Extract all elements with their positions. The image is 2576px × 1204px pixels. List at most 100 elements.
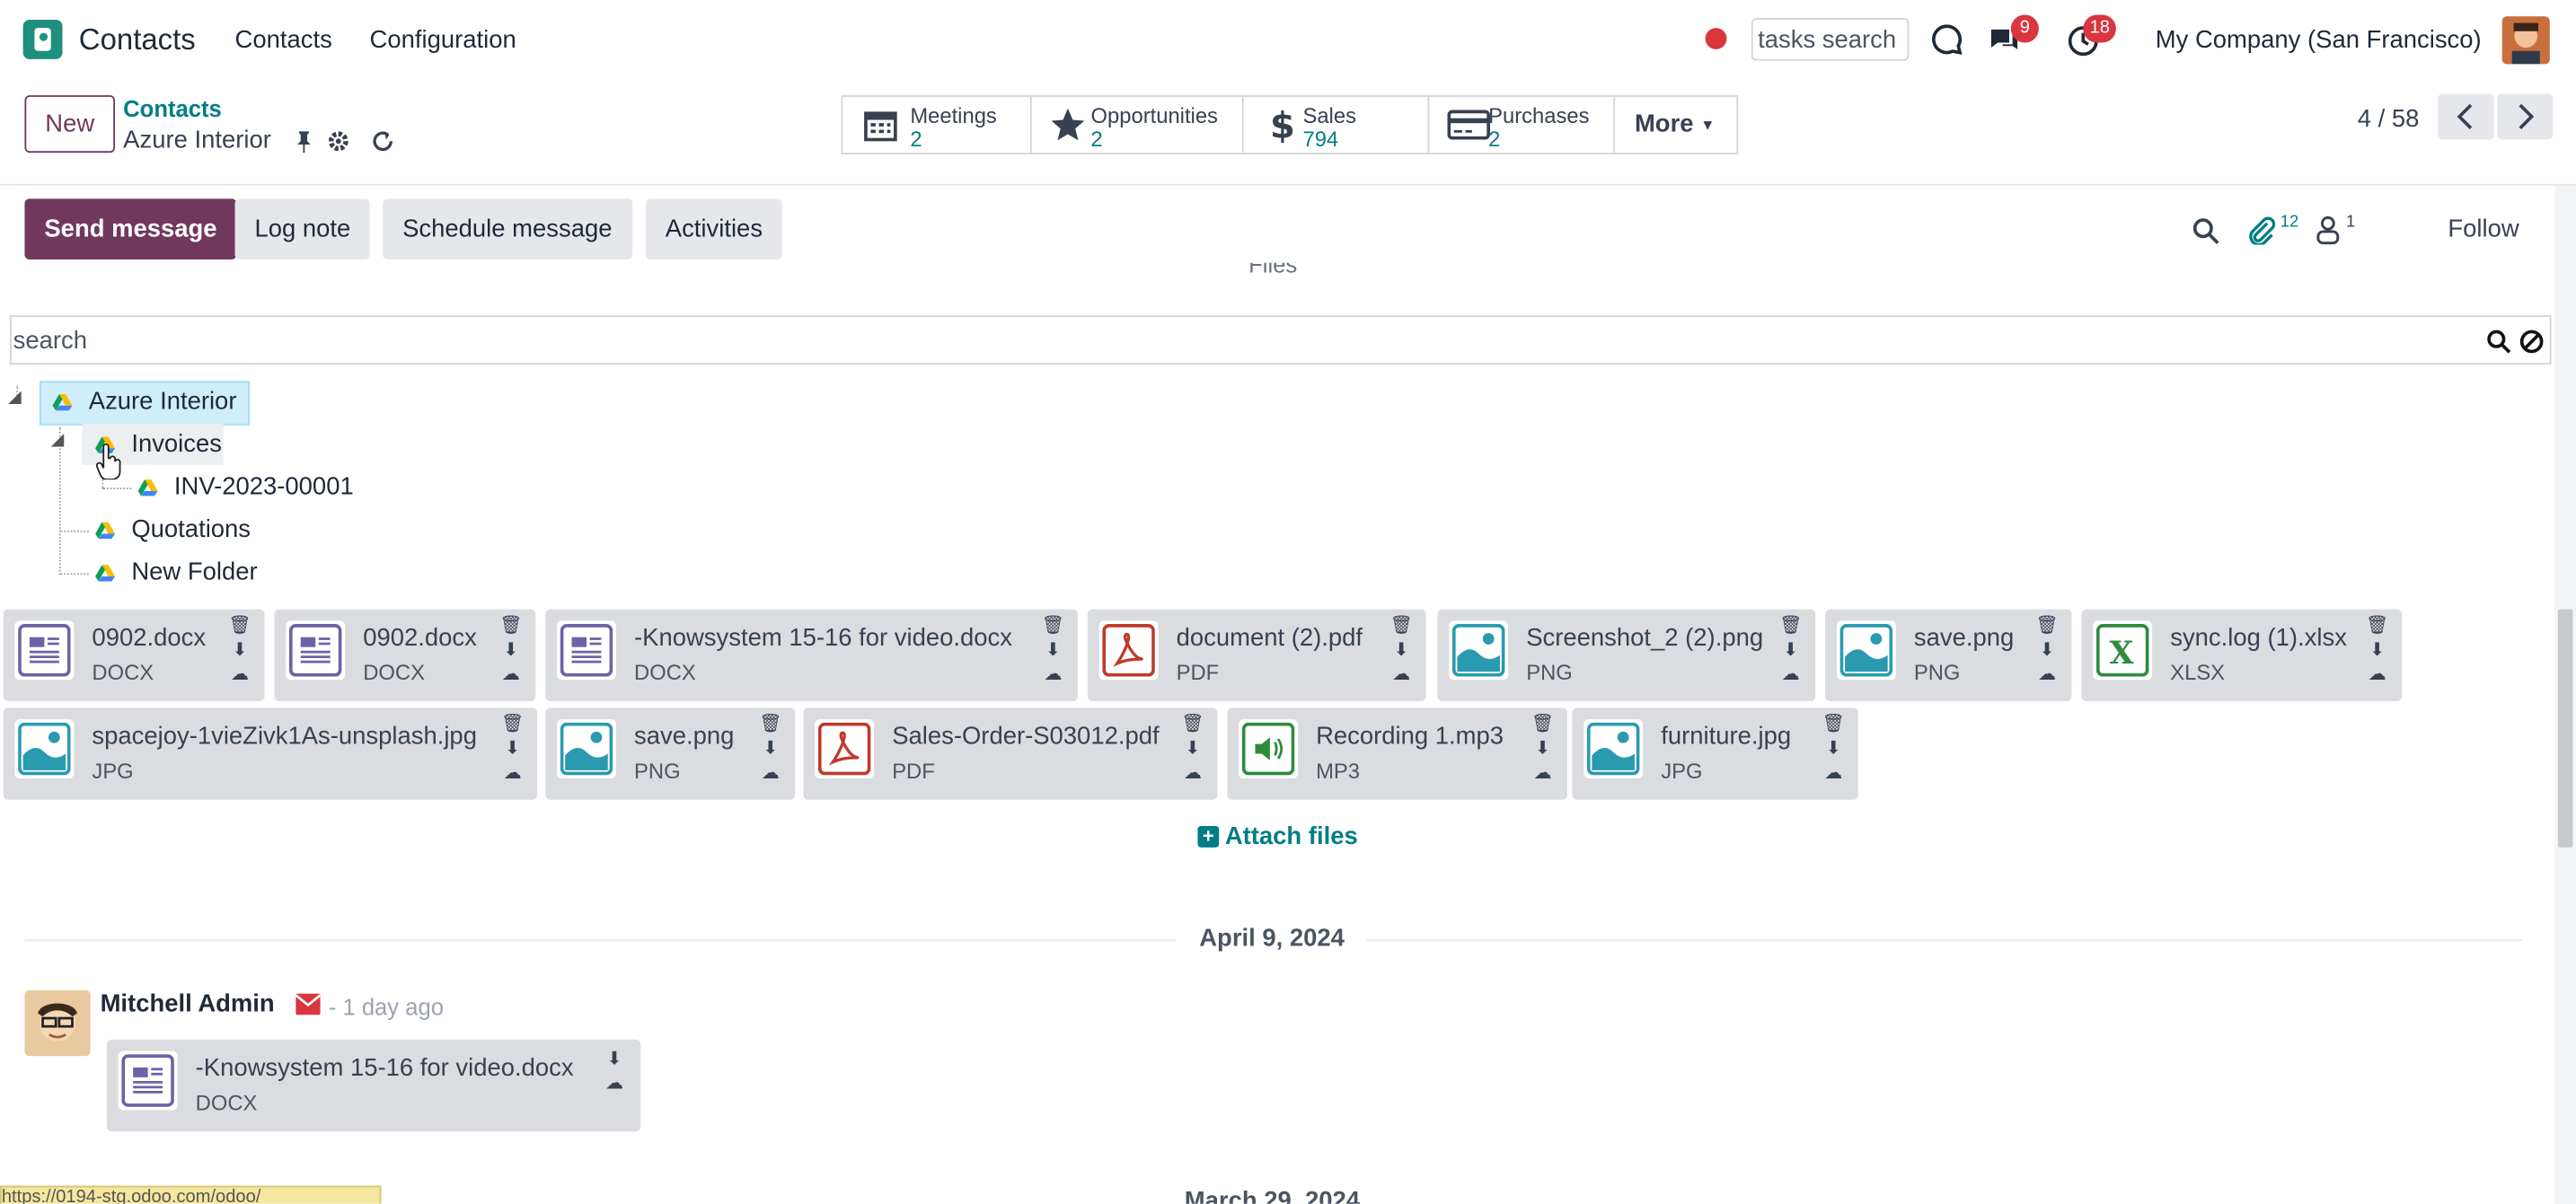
cloud-upload-icon[interactable]: ☁ <box>501 762 525 787</box>
app-title[interactable]: Contacts <box>79 23 196 57</box>
purchases-smart-button[interactable]: Purchases 2 <box>1427 96 1616 154</box>
trash-icon[interactable]: 🗑 <box>501 713 525 737</box>
send-message-button[interactable]: Send message <box>24 198 237 259</box>
message-author[interactable]: Mitchell Admin <box>101 990 275 1018</box>
attachment-card[interactable]: 0902.docx DOCX 🗑 ⬇ ☁ <box>3 609 265 702</box>
download-icon[interactable]: ⬇ <box>1531 737 1555 761</box>
activities-button[interactable]: Activities <box>645 198 782 259</box>
breadcrumb-contacts[interactable]: Contacts <box>123 95 222 121</box>
tasks-search-input[interactable]: tasks search <box>1751 18 1910 61</box>
attachment-type: PDF <box>892 759 935 784</box>
download-icon[interactable]: ⬇ <box>1181 737 1204 761</box>
pager-next-button[interactable] <box>2497 93 2554 140</box>
trash-icon[interactable]: 🗑 <box>1181 713 1204 737</box>
attachment-card[interactable]: furniture.jpg JPG 🗑 ⬇ ☁ <box>1572 707 1858 800</box>
menu-configuration[interactable]: Configuration <box>370 26 516 54</box>
cloud-upload-icon[interactable]: ☁ <box>499 664 523 688</box>
search-icon[interactable] <box>2192 216 2219 245</box>
trash-icon[interactable]: 🗑 <box>1822 713 1846 737</box>
tree-collapse-icon[interactable] <box>50 433 65 447</box>
more-smart-buttons-dropdown[interactable]: More ▼ <box>1635 110 1716 138</box>
user-avatar[interactable] <box>2501 16 2550 65</box>
trash-icon[interactable]: 🗑 <box>1531 713 1555 737</box>
attachment-card[interactable]: Recording 1.mp3 MP3 🗑 ⬇ ☁ <box>1227 707 1567 800</box>
search-icon[interactable] <box>2485 329 2511 355</box>
cloud-upload-icon[interactable]: ☁ <box>2366 664 2389 688</box>
attachment-card[interactable]: Xsync.log (1).xlsx XLSX 🗑 ⬇ ☁ <box>2081 609 2403 702</box>
cloud-upload-icon[interactable]: ☁ <box>228 664 251 688</box>
trash-icon[interactable]: 🗑 <box>2035 614 2059 638</box>
trash-icon[interactable]: 🗑 <box>1779 614 1803 638</box>
attach-files-button[interactable]: + Attach files <box>1197 822 1358 850</box>
download-icon[interactable]: ⬇ <box>228 639 251 664</box>
discard-refresh-icon[interactable] <box>371 129 394 153</box>
trash-icon[interactable]: 🗑 <box>228 614 251 638</box>
download-icon[interactable]: ⬇ <box>1389 639 1413 664</box>
paperclip-icon[interactable] <box>2245 215 2276 245</box>
message-attachment-card[interactable]: -Knowsystem 15-16 for video.docx DOCX ⬇ … <box>106 1039 641 1132</box>
files-heading: Files <box>1248 262 1298 278</box>
pager-value[interactable]: 4 / 58 <box>2358 105 2420 133</box>
download-icon[interactable]: ⬇ <box>2366 639 2389 664</box>
tree-node-quotations[interactable]: Quotations <box>82 509 262 550</box>
trash-icon[interactable]: 🗑 <box>1389 614 1413 638</box>
company-switcher[interactable]: My Company (San Francisco) <box>2156 26 2482 54</box>
attachment-card[interactable]: -Knowsystem 15-16 for video.docx DOCX 🗑 ⬇ ☁ <box>545 609 1078 702</box>
followers-icon[interactable] <box>2315 215 2341 245</box>
tree-collapse-icon[interactable] <box>8 391 22 404</box>
attachment-card[interactable]: save.png PNG 🗑 ⬇ ☁ <box>1825 609 2072 702</box>
attachment-card[interactable]: Screenshot_2 (2).png PNG 🗑 ⬇ ☁ <box>1437 609 1816 702</box>
cloud-upload-icon[interactable]: ☁ <box>1181 762 1204 787</box>
cloud-upload-icon[interactable]: ☁ <box>603 1072 626 1096</box>
attachment-card[interactable]: spacejoy-1vieZivk1As-unsplash.jpg JPG 🗑 ⬇ ☁ <box>3 707 538 800</box>
spreadsheet-icon: X <box>2093 620 2153 681</box>
cloud-upload-icon[interactable]: ☁ <box>1779 664 1803 688</box>
purchases-label: Purchases <box>1488 103 1590 128</box>
cloud-upload-icon[interactable]: ☁ <box>759 762 782 787</box>
pin-icon[interactable] <box>293 129 316 154</box>
attachment-card[interactable]: Sales-Order-S03012.pdf PDF 🗑 ⬇ ☁ <box>803 707 1218 800</box>
pager-previous-button[interactable] <box>2438 93 2494 140</box>
voip-icon[interactable] <box>1928 22 1964 57</box>
tree-node-inv-2023-00001[interactable]: INV-2023-00001 <box>125 466 371 507</box>
clear-search-icon[interactable] <box>2519 329 2545 355</box>
trash-icon[interactable]: 🗑 <box>1042 614 1065 638</box>
new-button[interactable]: New <box>24 95 116 154</box>
schedule-message-button[interactable]: Schedule message <box>383 198 632 259</box>
attachment-name: 0902.docx <box>363 624 477 653</box>
download-icon[interactable]: ⬇ <box>759 737 782 761</box>
trash-icon[interactable]: 🗑 <box>499 614 523 638</box>
star-icon <box>1051 108 1085 141</box>
download-icon[interactable]: ⬇ <box>1779 639 1803 664</box>
download-icon[interactable]: ⬇ <box>501 737 525 761</box>
trash-icon[interactable]: 🗑 <box>2366 614 2389 638</box>
download-icon[interactable]: ⬇ <box>603 1048 626 1072</box>
trash-icon[interactable]: 🗑 <box>759 713 782 737</box>
tree-node-new-folder[interactable]: New Folder <box>82 552 262 593</box>
cloud-upload-icon[interactable]: ☁ <box>1822 762 1845 787</box>
sales-smart-button[interactable]: $ Sales 794 <box>1242 96 1430 154</box>
follow-button[interactable]: Follow <box>2448 215 2519 243</box>
log-note-button[interactable]: Log note <box>234 198 371 259</box>
opportunities-smart-button[interactable]: Opportunities 2 <box>1030 96 1244 154</box>
meetings-smart-button[interactable]: Meetings 2 <box>842 96 1032 154</box>
cloud-upload-icon[interactable]: ☁ <box>1531 762 1555 787</box>
attachment-card[interactable]: 0902.docx DOCX 🗑 ⬇ ☁ <box>274 609 536 702</box>
download-icon[interactable]: ⬇ <box>499 639 523 664</box>
gear-icon[interactable] <box>327 129 350 153</box>
attachment-card[interactable]: document (2).pdf PDF 🗑 ⬇ ☁ <box>1087 609 1426 702</box>
menu-contacts[interactable]: Contacts <box>235 26 332 54</box>
files-search-input[interactable]: search <box>9 315 2552 365</box>
contacts-app-icon[interactable] <box>22 19 63 59</box>
download-icon[interactable]: ⬇ <box>2035 639 2059 664</box>
cloud-upload-icon[interactable]: ☁ <box>1389 664 1413 688</box>
recording-indicator-icon[interactable] <box>1705 28 1727 49</box>
attachment-card[interactable]: save.png PNG 🗑 ⬇ ☁ <box>545 707 796 800</box>
cloud-upload-icon[interactable]: ☁ <box>2035 664 2059 688</box>
download-icon[interactable]: ⬇ <box>1042 639 1065 664</box>
cloud-upload-icon[interactable]: ☁ <box>1042 664 1065 688</box>
author-avatar[interactable] <box>24 989 91 1057</box>
tree-node-azure-interior[interactable]: Azure Interior <box>39 381 251 426</box>
scrollbar-thumb[interactable] <box>2557 609 2573 848</box>
download-icon[interactable]: ⬇ <box>1822 737 1845 761</box>
